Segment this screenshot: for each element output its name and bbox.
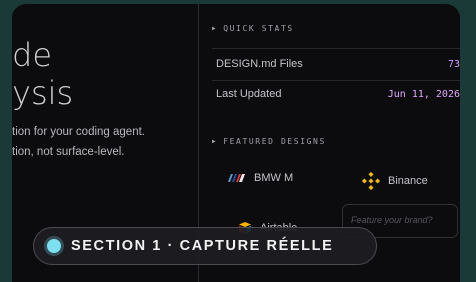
featured-item-label: BMW M bbox=[254, 172, 294, 184]
hero-description-line1: tion for your coding agent. bbox=[12, 126, 145, 138]
hero-title-line1: de bbox=[12, 36, 52, 74]
section-badge: SECTION 1 · CAPTURE RÉELLE bbox=[33, 227, 377, 265]
stat-value-last-updated: Jun 11, 2026 bbox=[387, 89, 460, 100]
status-dot-icon bbox=[47, 239, 61, 253]
hero-description: tion for your coding agent. tion, not su… bbox=[12, 122, 145, 162]
divider bbox=[212, 80, 460, 81]
featured-item-label: Binance bbox=[388, 175, 428, 187]
hero-title-line2: ysis bbox=[12, 74, 74, 112]
featured-item-binance[interactable]: Binance bbox=[362, 172, 428, 190]
triangle-right-icon: ▶ bbox=[212, 25, 218, 32]
hero-title: de ysis bbox=[12, 36, 73, 112]
featured-designs-heading: ▶ FEATURED DESIGNS bbox=[212, 137, 326, 146]
quick-stats-heading: ▶ QUICK STATS bbox=[212, 24, 294, 33]
stat-label-last-updated: Last Updated bbox=[216, 88, 282, 100]
featured-item-bmw[interactable]: BMW M bbox=[226, 172, 293, 184]
stat-label-design-files: DESIGN.md Files bbox=[216, 58, 303, 70]
bmw-m-logo-icon bbox=[228, 174, 245, 182]
stat-value-design-files: 73 bbox=[447, 59, 460, 70]
hero-description-line2: tion, not surface-level. bbox=[12, 146, 125, 158]
triangle-right-icon: ▶ bbox=[212, 138, 218, 145]
binance-logo-icon bbox=[362, 172, 380, 190]
divider bbox=[212, 48, 460, 49]
section-badge-label: SECTION 1 · CAPTURE RÉELLE bbox=[71, 238, 334, 254]
